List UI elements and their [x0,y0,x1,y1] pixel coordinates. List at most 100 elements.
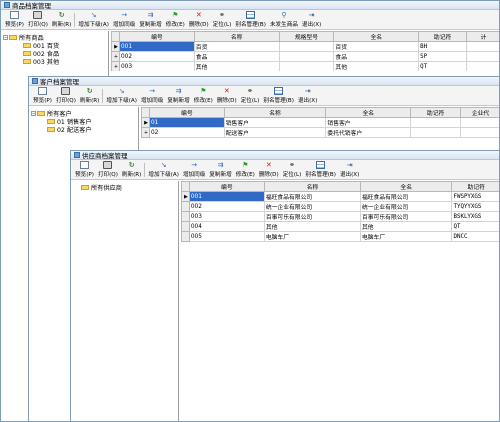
table-cell[interactable]: 001 [118,41,195,52]
delete-button[interactable]: ✕ 删除(D) [215,86,239,105]
copy-add-button[interactable]: ⇉ 复制新增 [207,160,233,179]
delete-button[interactable]: ✕ 删除(D) [257,160,281,179]
table-cell[interactable]: 001 [188,191,265,202]
exit-button[interactable]: ⇥ 退出(X) [300,10,323,29]
modify-button[interactable]: ⚑ 修改(E) [234,160,257,179]
table-cell[interactable]: 销售客户 [223,117,327,128]
refresh-button[interactable]: ↻ 刷新(R) [50,10,73,29]
table-cell[interactable] [278,41,335,52]
supplier-titlebar[interactable]: 供应商档案管理 [71,151,499,160]
table-row[interactable]: 002 统一企业有限公司 统一企业有限公司 TYQYYXGS [181,201,499,212]
modify-button[interactable]: ⚑ 修改(E) [192,86,215,105]
table-cell[interactable] [466,41,499,52]
table-cell[interactable]: 002 [188,201,265,212]
tree-item[interactable]: 02 配送客户 [29,125,138,134]
locate-button[interactable]: ⚭ 定位(L) [211,10,234,29]
copy-add-button[interactable]: ⇉ 复制新增 [137,10,163,29]
locate-button[interactable]: ⚭ 定位(L) [239,86,262,105]
table-cell[interactable]: TYQYYXGS [451,201,499,212]
table-cell[interactable]: 食品 [333,51,420,62]
column-header[interactable]: 助记符 [418,31,468,42]
table-cell[interactable]: 003 [118,61,195,71]
column-header[interactable]: 规格型号 [278,31,335,42]
column-header[interactable]: 助记符 [451,181,499,192]
table-cell[interactable] [466,51,499,62]
exit-button[interactable]: ⇥ 退出(X) [338,160,361,179]
table-cell[interactable]: SP [418,51,468,62]
table-cell[interactable]: 005 [188,231,265,242]
table-row[interactable]: + 02 配送客户 委托代销客户 [141,127,499,138]
column-header[interactable]: 名称 [263,181,361,192]
column-header[interactable]: 全名 [359,181,453,192]
table-cell[interactable]: 食品 [193,51,280,62]
column-header[interactable]: 编号 [188,181,265,192]
add-lower-button[interactable]: ↘ 增加下级(A) [146,160,181,179]
table-cell[interactable]: 百事可乐有限公司 [359,211,453,222]
add-same-button[interactable]: → 增加同级 [139,86,165,105]
preview-button[interactable]: 预览(P) [31,86,54,105]
table-cell[interactable]: 统一企业有限公司 [263,201,361,212]
table-row[interactable]: 004 其他 其他 QT [181,221,499,232]
table-cell[interactable] [460,127,499,138]
table-cell[interactable]: 销售客户 [325,117,412,128]
table-cell[interactable] [278,51,335,62]
table-cell[interactable]: FWSPYXGS [451,191,499,202]
print-button[interactable]: 打印(Q) [96,160,120,179]
table-row[interactable]: ▶ 001 百货 百货 BH [111,41,499,52]
delete-button[interactable]: ✕ 删除(D) [187,10,211,29]
table-cell[interactable]: BSKLYXGS [451,211,499,222]
table-cell[interactable]: DNCC [451,231,499,242]
table-row[interactable]: + 003 其他 其他 QT [111,61,499,71]
column-header[interactable]: 编号 [118,31,195,42]
collapse-toggle-icon[interactable]: − [31,110,36,116]
table-cell[interactable]: 电脑车厂 [263,231,361,242]
column-header[interactable]: 全名 [333,31,420,42]
table-cell[interactable]: 01 [148,117,225,128]
table-cell[interactable]: 百事可乐有限公司 [263,211,361,222]
table-row[interactable]: + 002 食品 食品 SP [111,51,499,62]
modify-button[interactable]: ⚑ 修改(E) [164,10,187,29]
column-header[interactable]: 全名 [325,107,412,118]
table-cell[interactable]: 电脑车厂 [359,231,453,242]
table-cell[interactable]: 百货 [333,41,420,52]
add-lower-button[interactable]: ↘ 增加下级(A) [76,10,111,29]
table-cell[interactable]: 02 [148,127,225,138]
add-lower-button[interactable]: ↘ 增加下级(A) [104,86,139,105]
locate-button[interactable]: ⚭ 定位(L) [281,160,304,179]
unused-goods-button[interactable]: ⚲ 未发生商品 [268,10,300,29]
customer-titlebar[interactable]: 客户档案管理 [29,77,499,86]
column-header[interactable]: 计 [466,31,499,42]
exit-button[interactable]: ⇥ 退出(X) [296,86,319,105]
tree-item[interactable]: 003 其他 [1,57,108,66]
table-cell[interactable]: 003 [188,211,265,222]
table-cell[interactable]: 004 [188,221,265,232]
alias-button[interactable]: 别名管理(B) [233,10,268,29]
table-cell[interactable]: QT [418,61,468,71]
preview-button[interactable]: 预览(P) [3,10,26,29]
column-header[interactable]: 企业代 [460,107,499,118]
column-header[interactable]: 名称 [193,31,280,42]
supplier-category-tree[interactable]: 所有供应商 [71,181,179,421]
alias-button[interactable]: 别名管理(B) [261,86,296,105]
alias-button[interactable]: 别名管理(B) [303,160,338,179]
table-cell[interactable]: 配送客户 [223,127,327,138]
column-header[interactable]: 助记符 [410,107,462,118]
table-cell[interactable]: 002 [118,51,195,62]
table-cell[interactable]: 委托代销客户 [325,127,412,138]
table-cell[interactable]: 其他 [359,221,453,232]
table-cell[interactable]: 其他 [193,61,280,71]
table-cell[interactable]: 百货 [193,41,280,52]
table-cell[interactable]: BH [418,41,468,52]
print-button[interactable]: 打印(Q) [26,10,50,29]
table-cell[interactable]: 统一企业有限公司 [359,201,453,212]
add-same-button[interactable]: → 增加同级 [111,10,137,29]
goods-titlebar[interactable]: 商品档案管理 [1,1,499,10]
table-row[interactable]: ▶ 001 福旺食品有限公司 福旺食品有限公司 FWSPYXGS [181,191,499,202]
column-header[interactable]: 名称 [223,107,327,118]
table-cell[interactable]: 福旺食品有限公司 [359,191,453,202]
table-cell[interactable] [278,61,335,71]
collapse-toggle-icon[interactable]: − [3,34,8,40]
table-cell[interactable] [466,61,499,71]
table-row[interactable]: 003 百事可乐有限公司 百事可乐有限公司 BSKLYXGS [181,211,499,222]
refresh-button[interactable]: ↻ 刷新(R) [120,160,143,179]
